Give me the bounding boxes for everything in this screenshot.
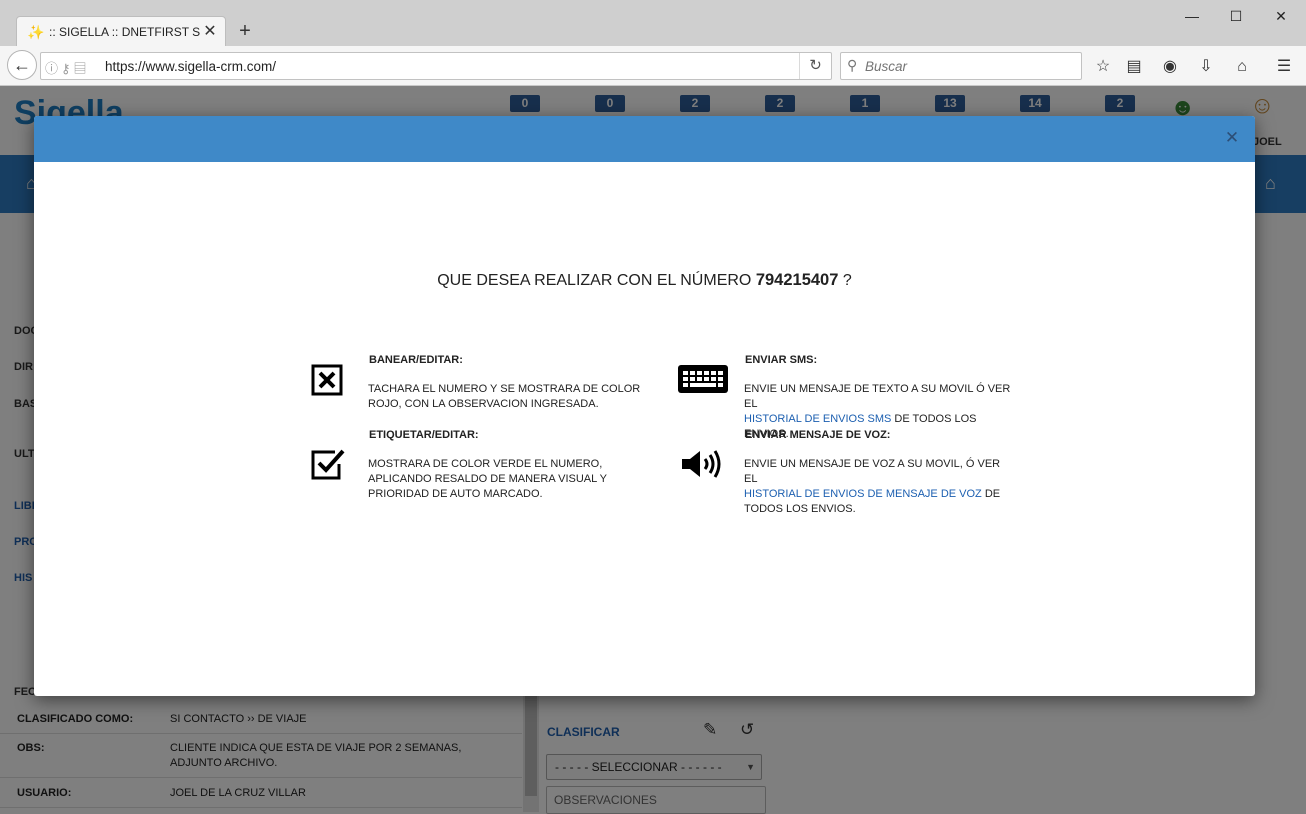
tag-option-desc: MOSTRARA DE COLOR VERDE EL NUMERO, APLIC… <box>368 458 607 500</box>
minimize-icon[interactable]: — <box>1180 6 1204 26</box>
download-icon[interactable]: ⇩ <box>1195 56 1217 78</box>
pocket-icon[interactable]: ◉ <box>1159 56 1181 78</box>
voice-option-desc: ENVIE UN MENSAJE DE VOZ A SU MOVIL, Ó VE… <box>744 457 1014 517</box>
sms-desc-text: ENVIE UN MENSAJE DE TEXTO A SU MOVIL Ó V… <box>744 383 1011 410</box>
voice-desc-text: ENVIE UN MENSAJE DE VOZ A SU MOVIL, Ó VE… <box>744 458 1001 485</box>
check-box-icon[interactable] <box>311 448 345 480</box>
question-mark: ? <box>842 272 852 289</box>
url-text[interactable]: https://www.sigella-crm.com/ <box>105 59 276 74</box>
phone-number: 794215407 <box>755 271 839 289</box>
question-text: QUE DESEA REALIZAR CON EL NÚMERO <box>437 272 752 289</box>
search-box[interactable]: ⚲ <box>840 52 1082 80</box>
maximize-icon[interactable]: ☐ <box>1224 6 1248 26</box>
modal-header: ✕ <box>34 116 1255 162</box>
speaker-icon[interactable] <box>681 449 723 479</box>
sms-history-link[interactable]: HISTORIAL DE ENVIOS SMS <box>744 413 891 425</box>
browser-titlebar: ✨ :: SIGELLA :: DNETFIRST S.... ✕ + — ☐ … <box>0 0 1306 46</box>
search-icon: ⚲ <box>847 57 858 73</box>
menu-icon[interactable]: ☰ <box>1273 56 1295 78</box>
voice-history-link[interactable]: HISTORIAL DE ENVIOS DE MENSAJE DE VOZ <box>744 488 982 500</box>
back-arrow-icon[interactable]: ← <box>7 50 37 80</box>
sms-option-title[interactable]: ENVIAR SMS: <box>745 354 817 366</box>
close-icon[interactable]: ✕ <box>1223 128 1241 148</box>
voice-option-title[interactable]: ENVIAR MENSAJE DE VOZ: <box>745 429 890 441</box>
bookmark-star-icon[interactable]: ☆ <box>1092 56 1114 78</box>
ban-option-desc: TACHARA EL NUMERO Y SE MOSTRARA DE COLOR… <box>368 383 641 410</box>
tab-title: :: SIGELLA :: DNETFIRST S.... <box>49 24 201 39</box>
x-box-icon[interactable] <box>311 364 343 396</box>
search-input[interactable] <box>865 53 1075 79</box>
modal-question: QUE DESEA REALIZAR CON EL NÚMERO 7942154… <box>34 271 1255 290</box>
browser-navbar: ← ⓘ⚷▤ https://www.sigella-crm.com/ ↻ ⚲ ☆… <box>0 46 1306 86</box>
ban-option-title[interactable]: BANEAR/EDITAR: <box>369 354 463 366</box>
keyboard-icon[interactable] <box>677 364 729 394</box>
tab-close-icon[interactable]: ✕ <box>201 23 219 41</box>
number-action-modal: ✕ QUE DESEA REALIZAR CON EL NÚMERO 79421… <box>34 116 1255 696</box>
home-icon[interactable]: ⌂ <box>1231 56 1253 78</box>
sigella-favicon-icon: ✨ <box>27 23 45 40</box>
reading-list-icon[interactable]: ▤ <box>1123 56 1145 78</box>
tag-option-title[interactable]: ETIQUETAR/EDITAR: <box>369 429 479 441</box>
reload-icon[interactable]: ↻ <box>799 53 831 79</box>
new-tab-icon[interactable]: + <box>234 20 256 42</box>
url-bar[interactable]: ⓘ⚷▤ https://www.sigella-crm.com/ ↻ <box>40 52 832 80</box>
browser-tab[interactable]: ✨ :: SIGELLA :: DNETFIRST S.... ✕ <box>16 16 226 46</box>
window-close-icon[interactable]: ✕ <box>1269 6 1293 26</box>
site-info-icon[interactable]: ⓘ⚷▤ <box>45 58 90 77</box>
